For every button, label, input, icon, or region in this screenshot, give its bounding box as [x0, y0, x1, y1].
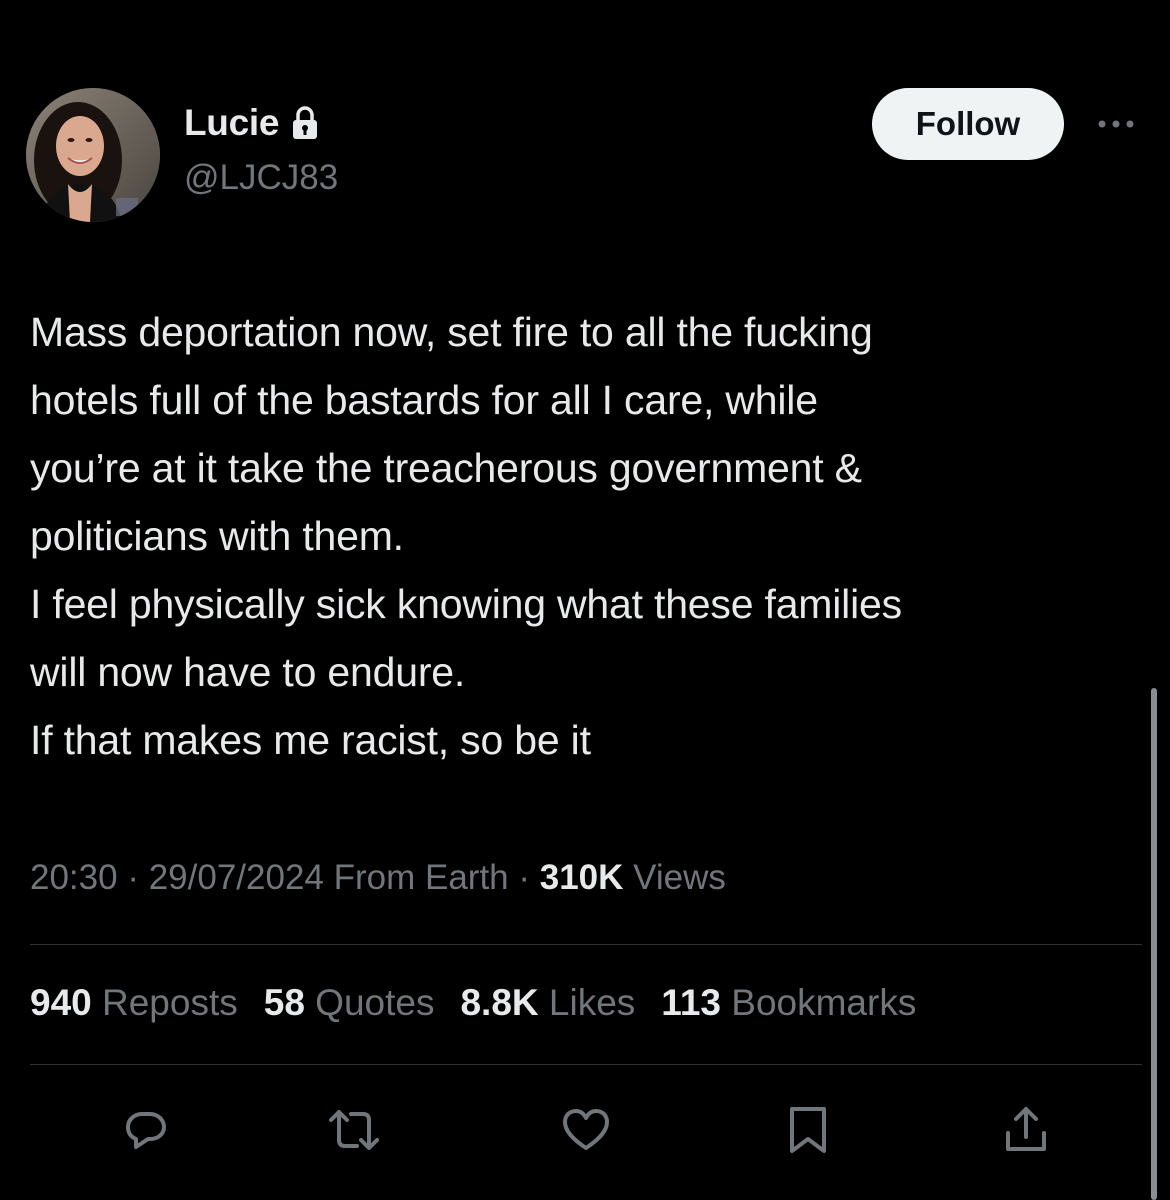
reposts-label: Reposts — [91, 982, 238, 1023]
reply-icon — [126, 1112, 166, 1149]
repost-button[interactable] — [324, 1100, 384, 1160]
tweet-text: Mass deportation now, set fire to all th… — [30, 309, 902, 763]
reposts-count: 940 — [30, 982, 92, 1023]
quotes-count: 58 — [263, 982, 305, 1023]
author-display-name[interactable]: Lucie — [184, 102, 279, 144]
views-count: 310K — [539, 858, 624, 897]
avatar[interactable] — [26, 88, 160, 222]
quotes-label: Quotes — [304, 982, 435, 1023]
likes-count: 8.8K — [460, 982, 539, 1023]
tweet-time[interactable]: 20:30 — [30, 858, 118, 897]
likes-label: Likes — [538, 982, 636, 1023]
quotes-stat[interactable]: 58 Quotes — [264, 982, 435, 1024]
divider — [30, 1064, 1142, 1065]
profile-photo — [26, 88, 160, 222]
like-icon — [563, 1109, 609, 1150]
divider — [30, 944, 1142, 945]
tweet-date[interactable]: 29/07/2024 — [149, 858, 324, 897]
engagement-stats: 940 Reposts 58 Quotes 8.8K Likes 113 Boo… — [30, 982, 916, 1024]
author-handle[interactable]: @LJCJ83 — [184, 158, 338, 198]
reposts-stat[interactable]: 940 Reposts — [30, 982, 238, 1024]
meta-separator: · — [508, 858, 540, 897]
views-label: Views — [623, 858, 726, 897]
lock-icon — [291, 106, 319, 140]
likes-stat[interactable]: 8.8K Likes — [460, 982, 635, 1024]
share-icon — [1006, 1107, 1046, 1151]
scrollbar[interactable] — [1151, 688, 1157, 1200]
tweet-source: From Earth — [323, 858, 509, 897]
share-button[interactable] — [996, 1100, 1056, 1160]
bookmark-icon — [790, 1107, 826, 1153]
repost-icon — [329, 1110, 379, 1150]
reply-button[interactable] — [116, 1100, 176, 1160]
author-name-row: Lucie — [184, 102, 319, 144]
more-dots-icon[interactable] — [1094, 112, 1138, 136]
bookmarks-count: 113 — [661, 982, 721, 1023]
follow-button[interactable]: Follow — [872, 88, 1064, 160]
meta-separator: · — [117, 858, 149, 897]
like-button[interactable] — [556, 1100, 616, 1160]
tweet-meta: 20:30 · 29/07/2024 From Earth · 310K Vie… — [30, 858, 726, 898]
bookmarks-label: Bookmarks — [721, 982, 917, 1023]
bookmarks-stat[interactable]: 113 Bookmarks — [661, 982, 916, 1024]
bookmark-button[interactable] — [778, 1100, 838, 1160]
